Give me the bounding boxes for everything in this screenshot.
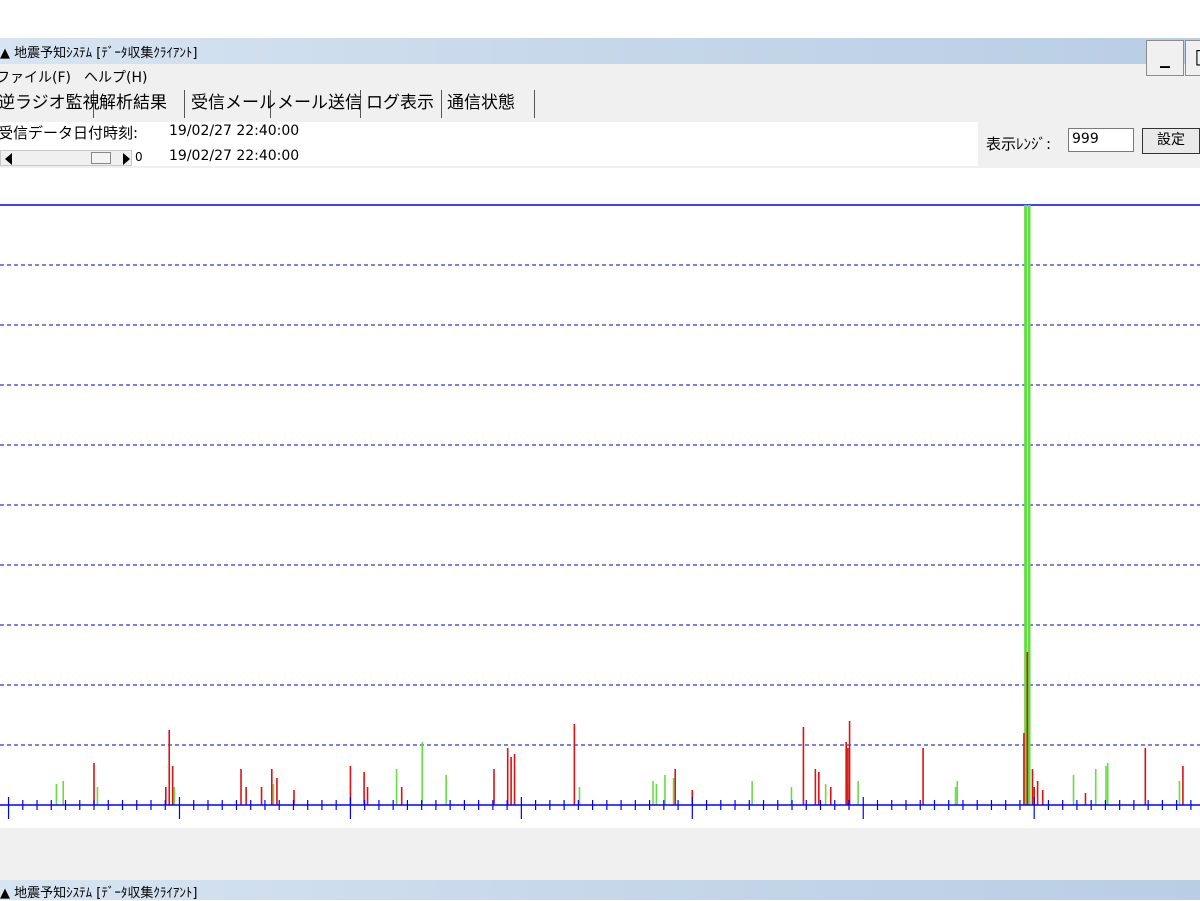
green-series-bar bbox=[1105, 766, 1107, 805]
tab-send-mail[interactable]: メール送信 bbox=[277, 90, 362, 118]
display-range-label: 表示ﾚﾝｼﾞ: bbox=[986, 135, 1052, 153]
tab-log-display[interactable]: ログ表示 bbox=[366, 90, 442, 118]
green-series-bar bbox=[751, 781, 753, 805]
green-series-bar bbox=[1178, 781, 1181, 805]
red-series-bar bbox=[1041, 790, 1044, 805]
green-series-bar bbox=[652, 781, 654, 805]
menu-file[interactable]: ファイル(F) bbox=[0, 67, 71, 87]
top-background-strip bbox=[0, 0, 1200, 38]
title-bar[interactable]: ▲ 地震予知ｼｽﾃﾑ [ﾃﾞｰﾀ収集ｸﾗｲｱﾝﾄ] _ □ bbox=[0, 38, 1200, 76]
second-window: ▲ 地震予知ｼｽﾃﾑ [ﾃﾞｰﾀ収集ｸﾗｲｱﾝﾄ] bbox=[0, 868, 1200, 901]
red-series-bar bbox=[573, 724, 576, 805]
second-window-title: ▲ 地震予知ｼｽﾃﾑ [ﾃﾞｰﾀ収集ｸﾗｲｱﾝﾄ] bbox=[0, 886, 198, 901]
red-series-bar bbox=[240, 769, 242, 805]
minimize-button[interactable]: _ bbox=[1146, 40, 1184, 76]
red-series-bar bbox=[922, 748, 924, 805]
scroll-thumb[interactable] bbox=[91, 152, 111, 164]
red-series-bar bbox=[260, 787, 263, 805]
red-series-bar bbox=[400, 787, 403, 805]
x-tick-label: 19/02/22 bbox=[180, 827, 252, 828]
restore-button[interactable]: □ bbox=[1185, 40, 1200, 76]
red-series-bar bbox=[270, 769, 273, 805]
x-tick-label: 19/02/26 bbox=[864, 827, 936, 828]
monitor-chart: 19/02/21 19/02/22 19/02/23 19/02/24 19/02/25… bbox=[0, 168, 1200, 828]
red-series-bar bbox=[1144, 748, 1147, 805]
red-series-bar bbox=[1036, 781, 1039, 805]
green-series-bar bbox=[672, 778, 675, 805]
red-series-bar bbox=[1182, 766, 1184, 805]
green-series-bar bbox=[824, 784, 827, 805]
received-datetime-value: 19/02/27 22:40:00 bbox=[169, 123, 300, 139]
tab-inverse-radio-monitor[interactable]: 逆ラジオ監視 bbox=[0, 90, 100, 118]
green-series-bar bbox=[173, 787, 176, 805]
green-series-bar bbox=[55, 784, 58, 805]
x-tick-label: 19/02/23 bbox=[351, 827, 423, 828]
red-series-bar bbox=[848, 721, 851, 805]
green-series-bar bbox=[956, 781, 959, 805]
red-series-bar bbox=[276, 778, 278, 805]
red-series-bar bbox=[829, 787, 832, 805]
green-series-bar bbox=[1094, 769, 1097, 805]
red-series-bar bbox=[506, 748, 509, 805]
red-series-bar bbox=[1026, 652, 1029, 805]
tab-received-mail[interactable]: 受信メール bbox=[191, 90, 276, 118]
red-series-bar bbox=[168, 730, 171, 805]
red-series-bar bbox=[802, 727, 805, 805]
red-series-bar bbox=[1084, 793, 1087, 805]
red-series-bar bbox=[1023, 733, 1025, 805]
red-series-bar bbox=[1031, 769, 1034, 805]
red-series-bar bbox=[513, 754, 516, 805]
menu-help[interactable]: ヘルプ(H) bbox=[84, 67, 147, 87]
green-series-bar bbox=[954, 787, 957, 805]
set-button[interactable]: 設定 bbox=[1142, 128, 1200, 154]
red-series-bar bbox=[93, 763, 95, 805]
green-series-bar bbox=[445, 775, 447, 805]
red-series-bar bbox=[366, 787, 369, 805]
red-series-bar bbox=[814, 769, 817, 805]
green-series-bar bbox=[655, 784, 658, 805]
second-window-title-bar[interactable]: ▲ 地震予知ｼｽﾃﾑ [ﾃﾞｰﾀ収集ｸﾗｲｱﾝﾄ] bbox=[0, 880, 1200, 901]
info-panel bbox=[0, 122, 978, 166]
red-series-bar bbox=[245, 787, 247, 805]
green-series-bar bbox=[395, 769, 398, 805]
tab-communication-status[interactable]: 通信状態 bbox=[447, 90, 535, 118]
display-range-input[interactable]: 999 bbox=[1068, 128, 1134, 152]
time-scrollbar[interactable] bbox=[0, 150, 132, 166]
green-series-bar bbox=[62, 781, 65, 805]
green-series-bar bbox=[1106, 763, 1109, 805]
x-tick-label: 19/02/25 bbox=[693, 827, 765, 828]
window-title: ▲ 地震予知ｼｽﾃﾑ [ﾃﾞｰﾀ収集ｸﾗｲｱﾝﾄ] bbox=[0, 46, 198, 61]
red-series-bar bbox=[845, 742, 847, 805]
red-series-bar bbox=[818, 772, 820, 805]
x-tick-label: 19/02/21 bbox=[10, 827, 82, 828]
green-series-bar bbox=[421, 742, 424, 805]
green-series-bar bbox=[272, 784, 275, 805]
received-datetime-label: 受信データ日付時刻: bbox=[0, 124, 139, 142]
red-series-bar bbox=[510, 757, 512, 805]
green-series-bar bbox=[857, 781, 859, 805]
x-tick-label: 19/02/24 bbox=[522, 827, 594, 828]
tab-analysis-results[interactable]: 解析結果 bbox=[99, 90, 185, 118]
red-series-bar bbox=[674, 769, 677, 805]
green-series-bar bbox=[1072, 775, 1075, 805]
slider-value: 0 bbox=[135, 150, 143, 164]
red-series-bar bbox=[847, 748, 849, 805]
scroll-right-arrow-icon[interactable] bbox=[123, 153, 130, 165]
scroll-left-arrow-icon[interactable] bbox=[5, 153, 12, 165]
red-series-bar bbox=[493, 769, 495, 805]
green-series-bar bbox=[96, 787, 99, 805]
x-tick-label: 19/02/27 bbox=[1035, 827, 1107, 828]
current-datetime-value: 19/02/27 22:40:00 bbox=[169, 148, 300, 164]
red-series-bar bbox=[171, 766, 174, 805]
